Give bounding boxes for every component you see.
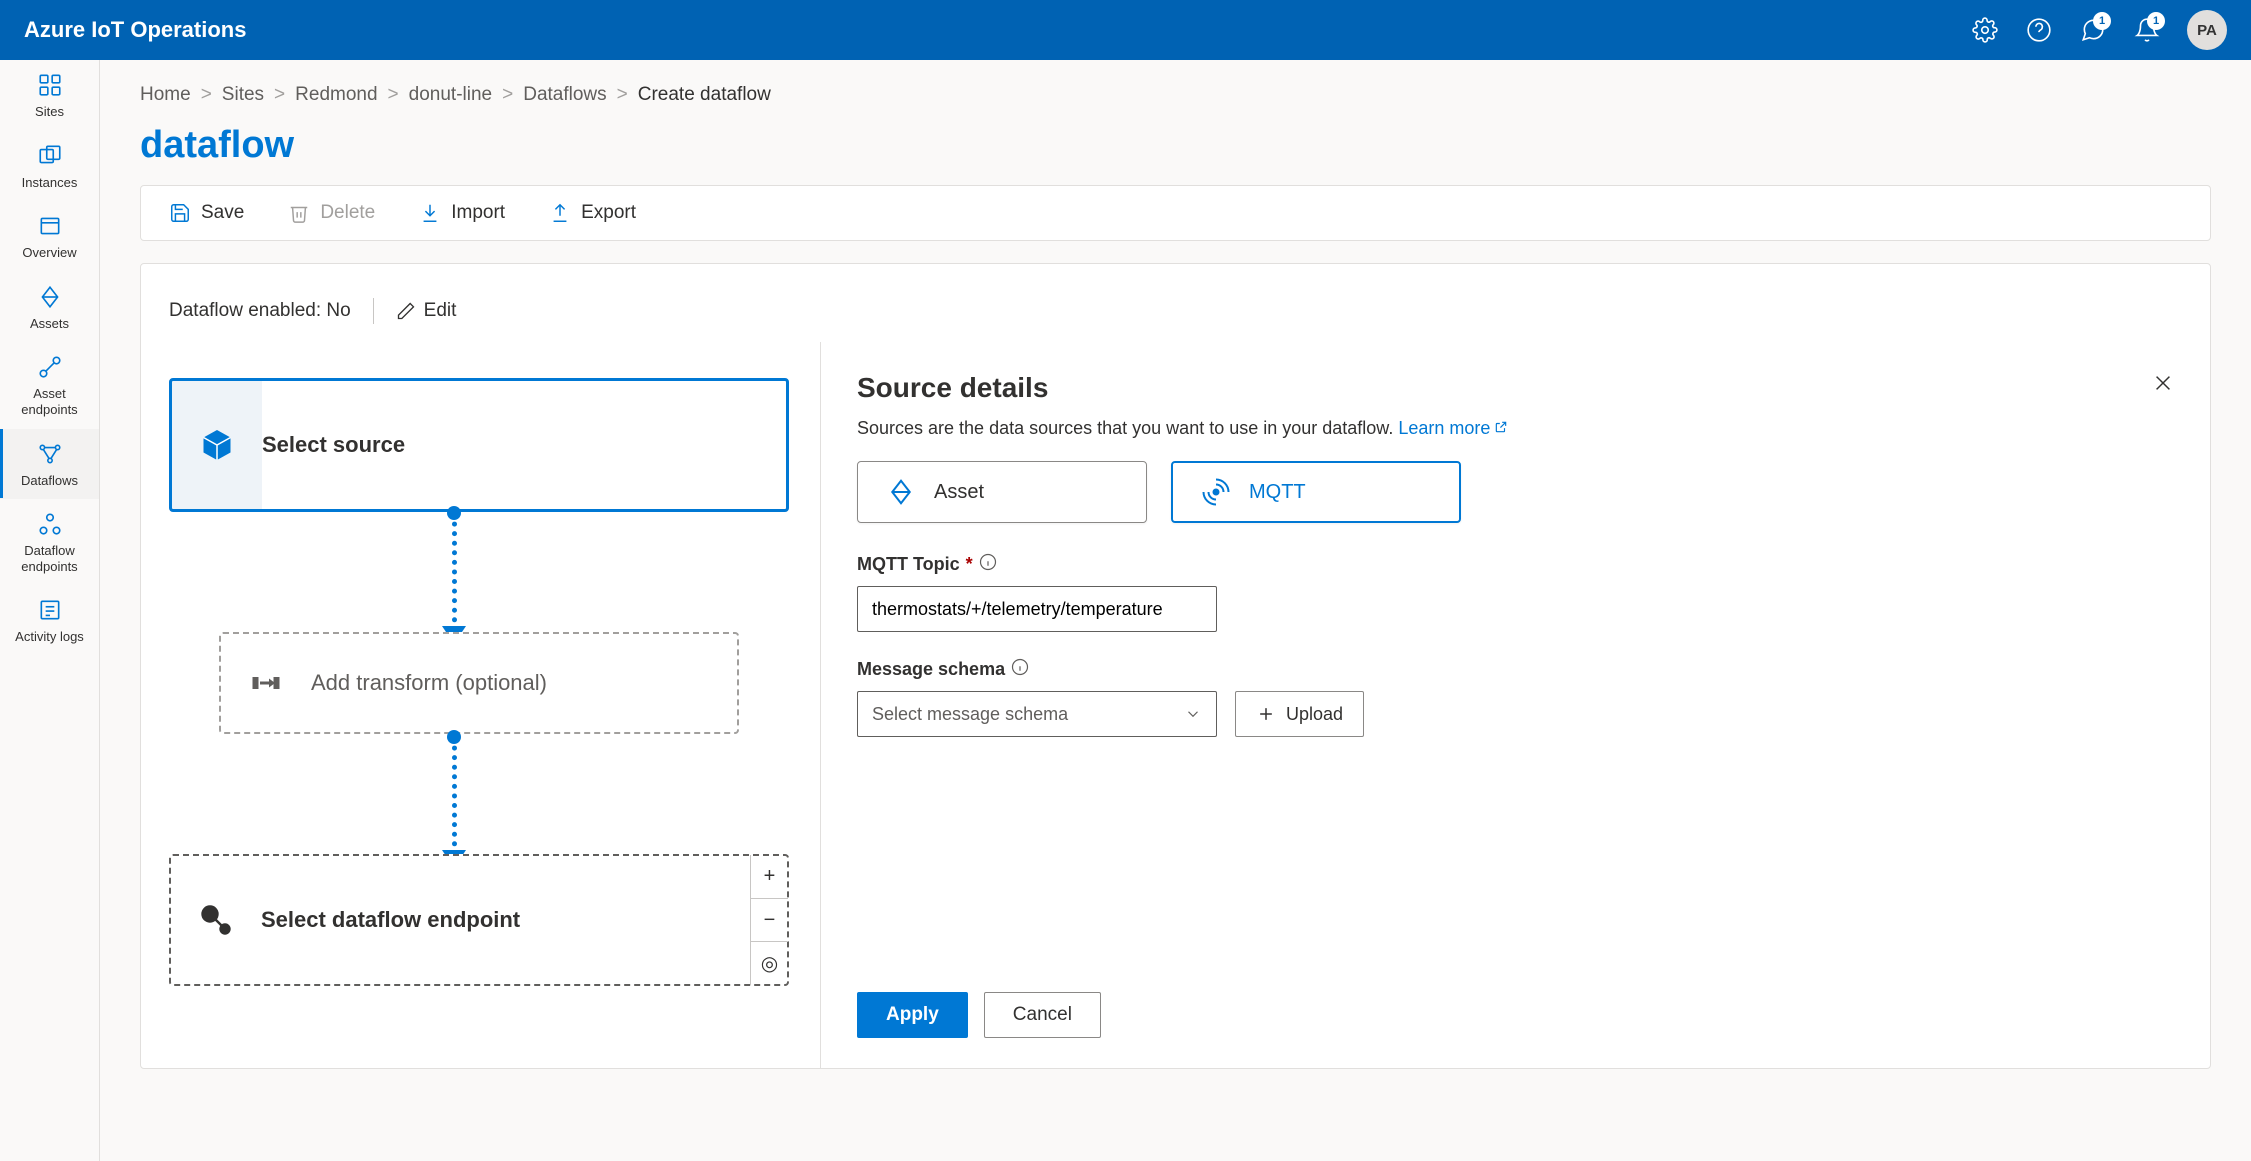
header-actions: 1 1 PA bbox=[1971, 10, 2227, 50]
status-bar: Dataflow enabled: No Edit bbox=[141, 280, 2210, 342]
settings-icon[interactable] bbox=[1971, 16, 1999, 44]
breadcrumb-item[interactable]: Dataflows bbox=[523, 84, 606, 106]
delete-button: Delete bbox=[288, 202, 375, 224]
breadcrumb-item[interactable]: Sites bbox=[222, 84, 264, 106]
destination-label: Select dataflow endpoint bbox=[261, 907, 520, 933]
notifications-badge: 1 bbox=[2147, 12, 2165, 30]
source-node[interactable]: Select source bbox=[169, 378, 789, 512]
details-description: Sources are the data sources that you wa… bbox=[857, 418, 2174, 439]
zoom-controls: + − ◎ bbox=[750, 855, 788, 985]
toolbar: Save Delete Import Export bbox=[141, 186, 2210, 240]
sidebar-label: Overview bbox=[22, 245, 76, 261]
destination-node[interactable]: Select dataflow endpoint + − ◎ bbox=[169, 854, 789, 986]
feedback-icon[interactable]: 1 bbox=[2079, 16, 2107, 44]
notifications-icon[interactable]: 1 bbox=[2133, 16, 2161, 44]
schema-label: Message schema bbox=[857, 658, 2174, 681]
connector bbox=[451, 736, 457, 856]
zoom-fit-button[interactable]: ◎ bbox=[751, 942, 788, 985]
sidebar-item-instances[interactable]: Instances bbox=[0, 131, 99, 202]
app-title: Azure IoT Operations bbox=[24, 17, 1971, 43]
close-icon[interactable] bbox=[2152, 372, 2174, 397]
sidebar-item-asset-endpoints[interactable]: Asset endpoints bbox=[0, 342, 99, 428]
asset-tab[interactable]: Asset bbox=[857, 461, 1147, 523]
sidebar-item-dataflows[interactable]: Dataflows bbox=[0, 429, 99, 500]
breadcrumb-current: Create dataflow bbox=[638, 84, 771, 106]
learn-more-link[interactable]: Learn more bbox=[1398, 418, 1508, 438]
dataflow-enabled-status: Dataflow enabled: No bbox=[169, 300, 351, 322]
mqtt-topic-label: MQTT Topic * bbox=[857, 553, 2174, 576]
source-type-tabs: Asset MQTT bbox=[857, 461, 2174, 523]
chevron-down-icon bbox=[1184, 705, 1202, 723]
sidebar-label: Assets bbox=[30, 316, 69, 332]
schema-select[interactable]: Select message schema bbox=[857, 691, 1217, 737]
source-label: Select source bbox=[262, 432, 405, 458]
sidebar-item-assets[interactable]: Assets bbox=[0, 272, 99, 343]
breadcrumb-item[interactable]: Redmond bbox=[295, 84, 377, 106]
mqtt-topic-input[interactable] bbox=[857, 586, 1217, 632]
transform-label: Add transform (optional) bbox=[311, 670, 547, 696]
divider bbox=[373, 298, 374, 324]
sidebar-item-sites[interactable]: Sites bbox=[0, 60, 99, 131]
editor-card: Dataflow enabled: No Edit Select source bbox=[140, 263, 2211, 1069]
save-button[interactable]: Save bbox=[169, 202, 244, 224]
sidebar-label: Dataflow endpoints bbox=[4, 543, 95, 574]
cube-icon bbox=[172, 427, 262, 463]
info-icon[interactable] bbox=[979, 553, 997, 576]
upload-button[interactable]: Upload bbox=[1235, 691, 1364, 737]
sidebar-item-dataflow-endpoints[interactable]: Dataflow endpoints bbox=[0, 499, 99, 585]
transform-node[interactable]: Add transform (optional) bbox=[219, 632, 739, 734]
sidebar: Sites Instances Overview Assets Asset en… bbox=[0, 60, 100, 1161]
sidebar-label: Activity logs bbox=[15, 629, 84, 645]
app-header: Azure IoT Operations 1 1 PA bbox=[0, 0, 2251, 60]
info-icon[interactable] bbox=[1011, 658, 1029, 681]
avatar[interactable]: PA bbox=[2187, 10, 2227, 50]
apply-button[interactable]: Apply bbox=[857, 992, 968, 1038]
external-link-icon bbox=[1494, 418, 1508, 432]
mqtt-tab[interactable]: MQTT bbox=[1171, 461, 1461, 523]
edit-button[interactable]: Edit bbox=[396, 300, 457, 322]
sidebar-label: Sites bbox=[35, 104, 64, 120]
breadcrumb: Home> Sites> Redmond> donut-line> Datafl… bbox=[140, 84, 2211, 106]
details-panel: Source details Sources are the data sour… bbox=[821, 342, 2210, 1068]
sidebar-label: Asset endpoints bbox=[4, 386, 95, 417]
editor: Select source Add transform (optional) bbox=[141, 342, 2210, 1068]
help-icon[interactable] bbox=[2025, 16, 2053, 44]
page-title: dataflow bbox=[140, 124, 2211, 167]
sidebar-label: Dataflows bbox=[21, 473, 78, 489]
sidebar-item-activity-logs[interactable]: Activity logs bbox=[0, 585, 99, 656]
flow-canvas: Select source Add transform (optional) bbox=[141, 342, 821, 1068]
export-button[interactable]: Export bbox=[549, 202, 636, 224]
endpoint-icon bbox=[171, 902, 261, 938]
transform-icon bbox=[221, 665, 311, 701]
breadcrumb-item[interactable]: Home bbox=[140, 84, 191, 106]
sidebar-label: Instances bbox=[22, 175, 78, 191]
connector bbox=[451, 512, 457, 632]
toolbar-card: Save Delete Import Export bbox=[140, 185, 2211, 241]
details-title: Source details bbox=[857, 372, 2174, 404]
main-content: Home> Sites> Redmond> donut-line> Datafl… bbox=[100, 60, 2251, 1161]
cancel-button[interactable]: Cancel bbox=[984, 992, 1101, 1038]
breadcrumb-item[interactable]: donut-line bbox=[409, 84, 492, 106]
zoom-in-button[interactable]: + bbox=[751, 855, 788, 899]
sidebar-item-overview[interactable]: Overview bbox=[0, 201, 99, 272]
import-button[interactable]: Import bbox=[419, 202, 505, 224]
action-buttons: Apply Cancel bbox=[857, 992, 2174, 1038]
zoom-out-button[interactable]: − bbox=[751, 899, 788, 943]
feedback-badge: 1 bbox=[2093, 12, 2111, 30]
